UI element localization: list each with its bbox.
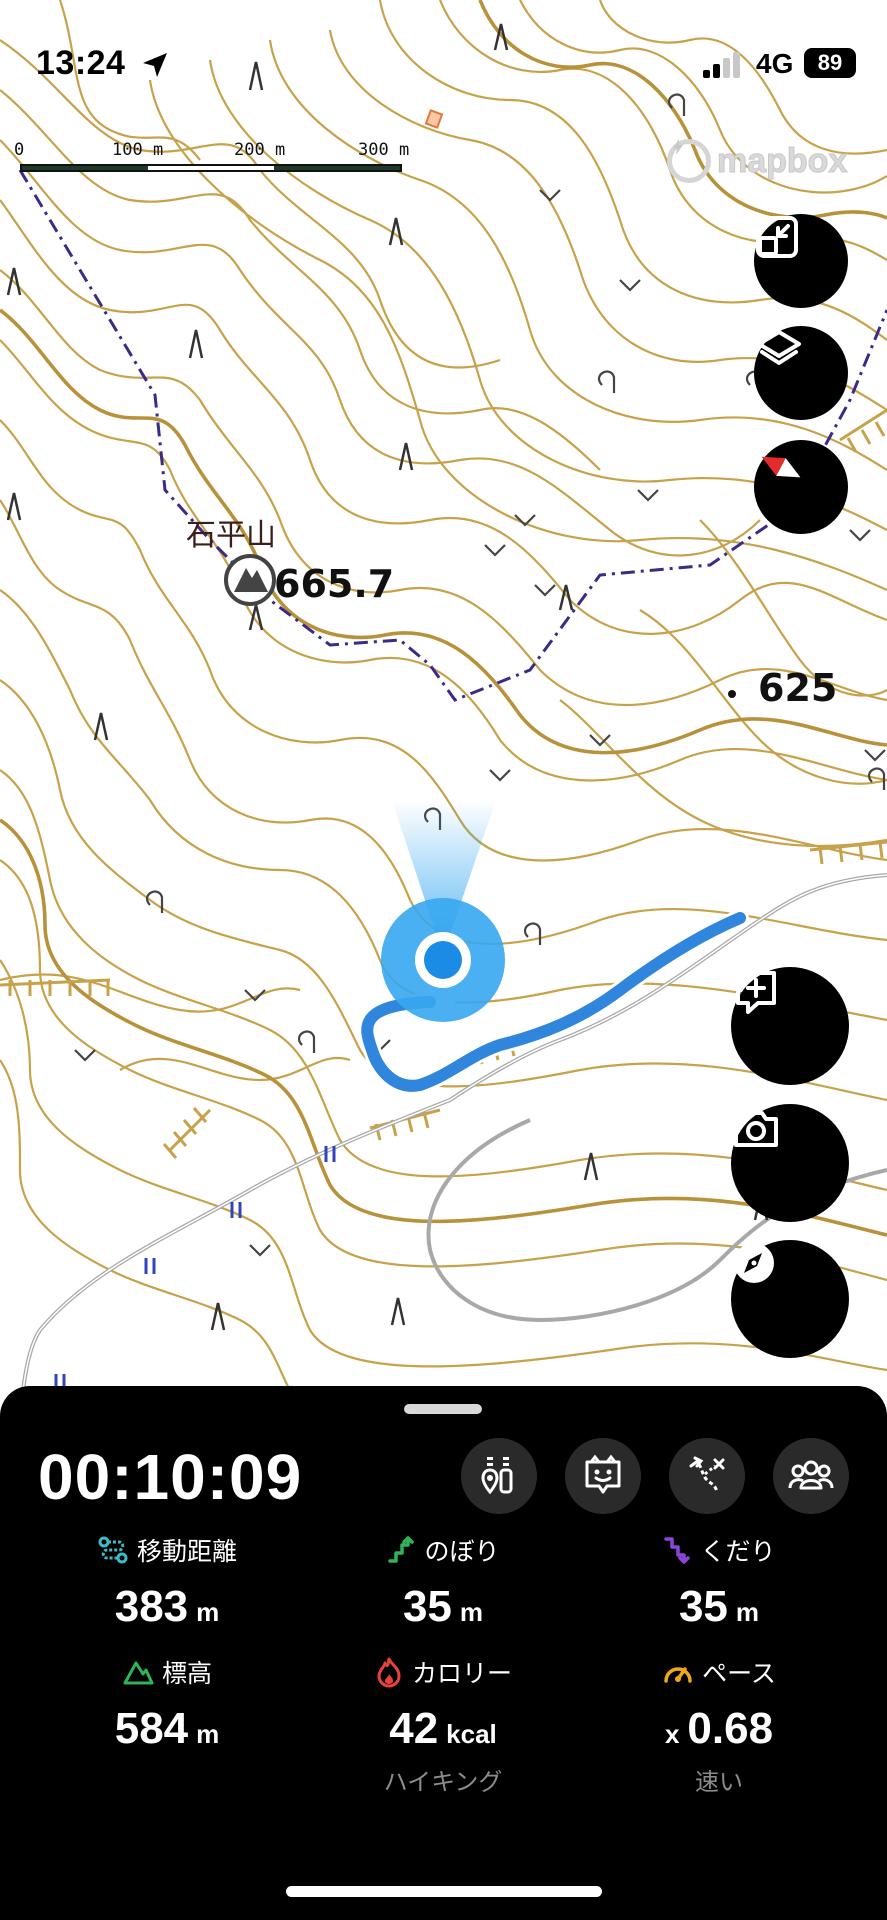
summit-marker: [224, 554, 276, 606]
mountain-icon: [123, 1661, 154, 1685]
scale-label-300: 300 m: [358, 140, 410, 160]
ascent-icon: [388, 1536, 415, 1563]
location-arrow-icon: [143, 53, 167, 77]
camera-button[interactable]: [731, 1104, 849, 1222]
stat-calories-label: カロリー: [411, 1659, 512, 1688]
group-button[interactable]: [773, 1438, 849, 1514]
stat-calories-unit: kcal: [446, 1719, 497, 1749]
checkpoint-button[interactable]: [461, 1438, 537, 1514]
panel-grabber[interactable]: [404, 1404, 482, 1414]
stat-distance: 移動距離 383 m: [22, 1532, 312, 1632]
speedometer-icon: [664, 1667, 692, 1683]
stat-calories-value: 42: [389, 1704, 439, 1753]
stat-descent-value: 35: [678, 1582, 728, 1631]
spot-height-label: 625: [758, 666, 838, 710]
compass-icon: [734, 1243, 774, 1283]
route-button[interactable]: [669, 1438, 745, 1514]
distance-icon: [98, 1536, 128, 1564]
stat-elevation: 標高 584 m: [22, 1654, 312, 1754]
battery-indicator: 89: [804, 48, 856, 78]
activity-panel[interactable]: 00:10:09 移動距離 383 m のぼり 35 m くだり 35 m 標高…: [0, 1386, 887, 1920]
scale-label-200: 200 m: [234, 140, 286, 160]
map-view[interactable]: 石平山 665.7 625 0 100 m 200 m 300 m mapbox: [0, 0, 887, 1400]
camera-icon: [734, 1111, 778, 1147]
stat-elevation-unit: m: [196, 1719, 220, 1749]
mapbox-wordmark: mapbox: [716, 141, 848, 180]
flame-icon: [377, 1657, 401, 1688]
stat-pace-label: ペース: [702, 1659, 776, 1688]
water-symbols: [54, 1146, 336, 1390]
group-icon: [788, 1460, 834, 1490]
activity-type-label: ハイキング: [383, 1768, 503, 1796]
stat-distance-unit: m: [196, 1597, 220, 1627]
face-icon: [585, 1454, 621, 1494]
stat-pace-prefix: x: [664, 1719, 680, 1749]
stat-ascent-unit: m: [459, 1597, 484, 1627]
stat-pace-value: 0.68: [687, 1704, 774, 1753]
stat-elevation-label: 標高: [161, 1659, 212, 1688]
stat-ascent-value: 35: [402, 1582, 452, 1631]
stat-ascent: のぼり 35 m: [298, 1532, 588, 1632]
stat-calories: カロリー 42 kcal ハイキング: [298, 1654, 588, 1797]
mapbox-attribution[interactable]: mapbox: [667, 136, 848, 186]
north-up-button[interactable]: [754, 440, 848, 534]
network-type: 4G: [756, 48, 794, 79]
stat-descent-unit: m: [735, 1597, 760, 1627]
cellular-signal-icon: [703, 52, 740, 78]
exit-fullscreen-icon: [756, 216, 798, 258]
stat-descent: くだり 35 m: [574, 1532, 864, 1632]
compass-north-icon: [761, 456, 801, 478]
summit-elevation: 665.7: [274, 562, 395, 606]
pace-rating-label: 速い: [695, 1768, 743, 1796]
map-scale-bar: 0 100 m 200 m 300 m: [14, 140, 424, 180]
stat-elevation-value: 584: [114, 1704, 189, 1753]
stat-ascent-label: のぼり: [424, 1537, 500, 1566]
home-indicator[interactable]: [286, 1886, 602, 1897]
spot-height-dot: [728, 690, 736, 698]
scale-bar-graphic: [20, 164, 402, 172]
status-bar: 13:24 4G 89: [0, 0, 887, 130]
vegetation-symbols: [6, 23, 769, 1331]
stat-descent-label: くだり: [700, 1537, 776, 1566]
status-time: 13:24: [36, 44, 126, 82]
exit-fullscreen-button[interactable]: [754, 214, 848, 308]
scale-label-0: 0: [14, 140, 25, 160]
add-note-button[interactable]: [731, 967, 849, 1085]
descent-icon: [664, 1537, 691, 1564]
layers-icon: [757, 330, 801, 365]
stat-distance-value: 383: [114, 1582, 189, 1631]
summit-name: 石平山: [186, 518, 276, 553]
stat-pace: ペース x 0.68 速い: [574, 1654, 864, 1797]
mapbox-logo-icon: [667, 139, 711, 183]
compass-button[interactable]: [731, 1240, 849, 1358]
add-note-icon: [736, 971, 776, 1014]
layers-button[interactable]: [754, 326, 848, 420]
stat-distance-label: 移動距離: [136, 1537, 237, 1566]
scale-label-100: 100 m: [112, 140, 164, 160]
route-icon: [689, 1456, 725, 1493]
face-button[interactable]: [565, 1438, 641, 1514]
checkpoint-icon: [481, 1457, 513, 1495]
elapsed-timer: 00:10:09: [38, 1441, 303, 1513]
